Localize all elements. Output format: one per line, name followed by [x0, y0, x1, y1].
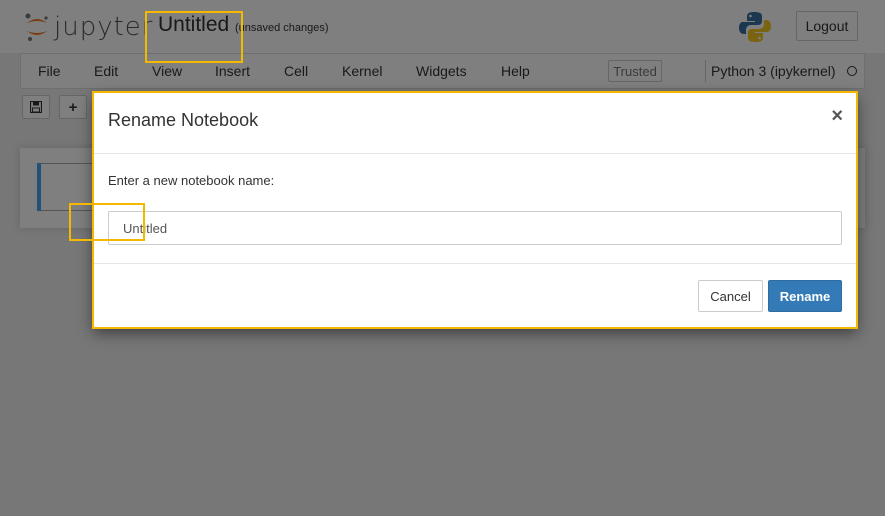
highlight-title-box	[145, 11, 243, 63]
highlight-dialog-box	[92, 91, 858, 329]
highlight-input-box	[69, 203, 145, 241]
